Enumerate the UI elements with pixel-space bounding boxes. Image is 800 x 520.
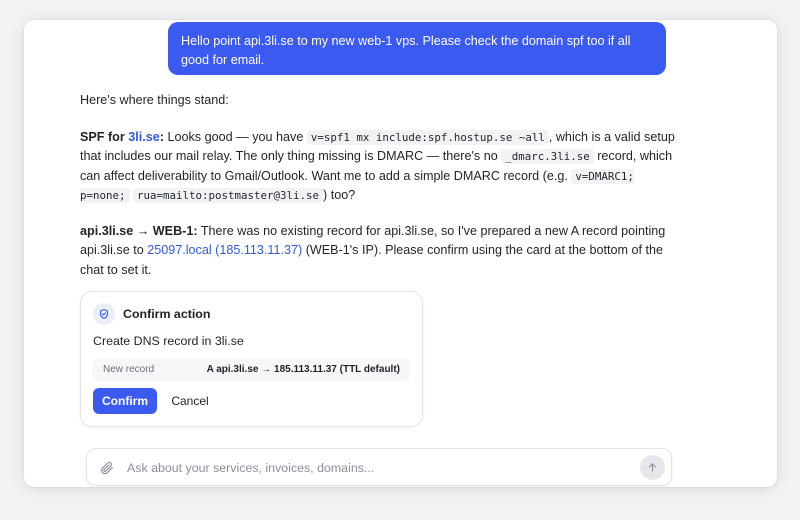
arrow-up-icon[interactable] — [640, 455, 665, 480]
chat-window: Hello point api.3li.se to my new web-1 v… — [24, 20, 777, 487]
shield-check-icon — [93, 303, 115, 325]
spf-label: SPF for 3li.se: — [80, 129, 164, 144]
record-label: New record — [103, 364, 155, 375]
user-message-text: Hello point api.3li.se to my new web-1 v… — [181, 34, 631, 67]
card-description: Create DNS record in 3li.se — [93, 334, 244, 348]
spf-record-code: v=spf1 mx include:spf.hostup.se ~all — [306, 129, 549, 145]
dmarc-host-code: _dmarc.3li.se — [501, 149, 594, 164]
card-header: Confirm action — [93, 303, 210, 325]
api-paragraph: api.3li.se → WEB-1: There was no existin… — [80, 223, 666, 277]
paperclip-icon[interactable] — [99, 459, 115, 477]
message-input[interactable] — [127, 457, 627, 479]
confirm-button[interactable]: Confirm — [93, 388, 157, 414]
api-label: api.3li.se → WEB-1: — [80, 223, 198, 238]
spf-paragraph: SPF for 3li.se: Looks good — you have v=… — [80, 129, 675, 203]
record-value: A api.3li.se → 185.113.11.37 (TTL defaul… — [206, 364, 400, 375]
confirm-action-card: Confirm action Create DNS record in 3li.… — [80, 291, 423, 427]
user-message-bubble: Hello point api.3li.se to my new web-1 v… — [168, 22, 666, 75]
server-link[interactable]: 25097.local (185.113.11.37) — [147, 243, 302, 257]
cancel-button[interactable]: Cancel — [165, 388, 215, 414]
card-title: Confirm action — [123, 307, 211, 321]
assistant-message: Here's where things stand: SPF for 3li.s… — [80, 91, 680, 280]
message-composer — [86, 448, 672, 486]
domain-link[interactable]: 3li.se — [128, 130, 160, 144]
assistant-intro: Here's where things stand: — [80, 93, 229, 107]
record-row: New record A api.3li.se → 185.113.11.37 … — [93, 358, 410, 381]
dmarc-rua-code: rua=mailto:postmaster@3li.se — [133, 188, 324, 203]
